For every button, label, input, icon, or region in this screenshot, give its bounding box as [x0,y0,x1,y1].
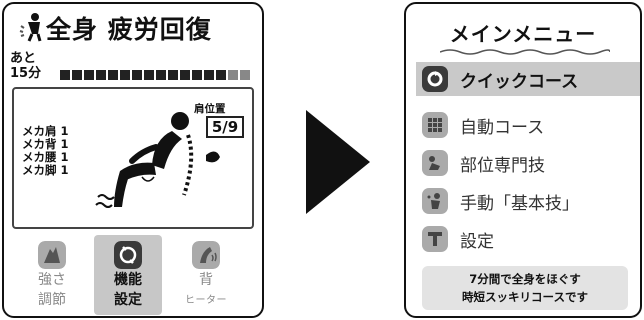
part-specialist-icon [422,150,448,176]
main-menu-screen: メインメニュー クイックコース 自動コース 部位専門技 手動「基本技」 設定 7… [404,2,642,318]
menu-item-manual-basic[interactable]: 手動「基本技」 [416,184,640,218]
course-description: 7分間で全身をほぐす 時短スッキリコースです [422,266,628,310]
progress-segment [108,70,118,80]
progress-segment [228,70,238,80]
progress-segment [240,70,250,80]
mechanism-back: メカ背 1 [22,137,69,151]
menu-item-label: クイックコース [460,71,579,92]
progress-segment [120,70,130,80]
manual-basic-icon [422,188,448,214]
progress-segment [72,70,82,80]
title-underline [440,49,610,55]
function-settings-icon [114,241,142,269]
description-line2: 時短スッキリコースです [462,290,588,304]
strength-adjust-button[interactable]: 強さ 調節 [18,235,86,315]
mechanism-waist: メカ腰 1 [22,150,69,164]
progress-segment [60,70,70,80]
strength-label-line2: 調節 [38,292,66,308]
back-heater-icon [192,241,220,269]
menu-title: メインメニュー [449,22,597,46]
status-panel: メカ肩 1 メカ背 1 メカ腰 1 メカ脚 1 肩位置 5/9 [12,87,254,229]
menu-item-label: 設定 [460,231,494,252]
menu-item-label: 部位専門技 [460,155,545,176]
massage-chair-status-screen: 全身 疲労回復 あと 15分 メカ肩 1 メカ背 1 メカ腰 1 メカ脚 1 肩… [2,2,264,318]
function-settings-button[interactable]: 機能 設定 [94,235,162,315]
seated-person-figure [95,112,220,208]
remaining-time: 15分 [10,66,42,81]
progress-segment [192,70,202,80]
progress-bar [60,70,250,80]
progress-segment [168,70,178,80]
course-title: 全身 疲労回復 [46,15,212,44]
auto-course-icon [422,112,448,138]
settings-icon [422,226,448,252]
progress-segment [84,70,94,80]
progress-segment [132,70,142,80]
menu-item-settings[interactable]: 設定 [416,222,640,256]
strength-icon [38,241,66,269]
back-heater-button[interactable]: 背 ヒーター [172,235,240,315]
function-settings-label-line2: 設定 [114,292,142,308]
back-heater-label-line2: ヒーター [185,295,227,306]
mechanism-shoulder: メカ肩 1 [22,124,69,138]
progress-segment [156,70,166,80]
quick-course-icon [422,66,448,92]
progress-segment [96,70,106,80]
description-line1: 7分間で全身をほぐす [469,272,581,286]
menu-item-label: 自動コース [460,117,545,138]
menu-item-part-specialist[interactable]: 部位専門技 [416,146,640,180]
person-icon [19,13,42,42]
progress-segment [216,70,226,80]
menu-item-auto-course[interactable]: 自動コース [416,108,640,142]
strength-label-line1: 強さ [38,272,66,288]
function-settings-label-line1: 機能 [114,272,142,288]
back-heater-label-line1: 背 [199,272,213,288]
menu-item-quick-course[interactable]: クイックコース [416,62,640,96]
progress-segment [144,70,154,80]
right-arrow-icon [306,110,370,214]
mechanism-leg: メカ脚 1 [22,163,69,177]
menu-item-label: 手動「基本技」 [460,193,579,214]
remaining-label: あと [10,51,37,66]
progress-segment [204,70,214,80]
progress-segment [180,70,190,80]
